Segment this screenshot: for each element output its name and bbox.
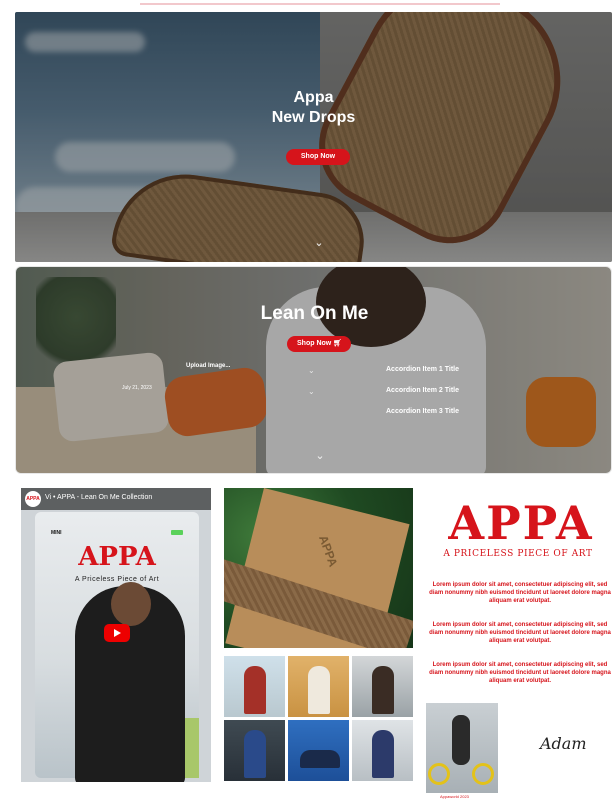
shop-now-button[interactable]: Shop Now 🛒︎: [287, 336, 351, 352]
video-title-bar: APPA Vi • APPA - Lean On Me Collection: [21, 488, 211, 510]
brand-logo: APPA: [448, 496, 594, 550]
shop-now-button[interactable]: Shop Now: [286, 149, 350, 165]
hero-overlay: [15, 12, 612, 262]
chevron-down-icon[interactable]: ⌄: [309, 236, 329, 249]
photo-caption: Appaworld 2023: [440, 794, 469, 799]
model-figure: [452, 715, 470, 765]
video-brand: APPA: [78, 542, 156, 572]
model-figure: [308, 666, 330, 714]
gallery-thumb[interactable]: [352, 656, 413, 717]
signature: Adam: [540, 734, 587, 753]
bike-wheel: [472, 763, 494, 785]
shop-now-label: Shop Now: [300, 153, 336, 160]
gallery-thumb[interactable]: [352, 720, 413, 781]
cart-icon: 🛒︎: [333, 340, 343, 347]
hero-lean-on-me: Lean On Me Shop Now 🛒︎ Upload Image... J…: [15, 266, 612, 474]
model-figure: [300, 750, 340, 768]
video-title[interactable]: Vi • APPA - Lean On Me Collection: [45, 494, 152, 501]
mini-label: MINI: [51, 530, 62, 536]
video-frame: MINI APPA A Priceless Piece of Art: [35, 512, 199, 782]
date-label: July 21, 2023: [122, 385, 152, 391]
bike-photo: [426, 703, 498, 793]
chevron-down-icon[interactable]: ⌄: [310, 449, 330, 462]
channel-logo[interactable]: APPA: [25, 491, 41, 507]
gallery-thumb[interactable]: [288, 656, 349, 717]
hero2-title: Lean On Me: [260, 303, 369, 324]
video-tagline: A Priceless Piece of Art: [74, 576, 160, 583]
hero-title-line2: New Drops: [271, 109, 356, 126]
model-figure: [244, 666, 266, 714]
hero-title-line1: Appa: [293, 89, 334, 106]
brand-paragraph: Lorem ipsum dolor sit amet, consectetuer…: [429, 622, 611, 644]
gallery-thumb[interactable]: [224, 656, 285, 717]
shop-now-label: Shop Now: [297, 340, 332, 347]
battery-icon: [171, 530, 183, 535]
gallery-thumb[interactable]: [224, 720, 285, 781]
model-head: [111, 582, 151, 626]
brand-paragraph: Lorem ipsum dolor sit amet, consectetuer…: [429, 582, 611, 604]
upload-image-link[interactable]: Upload Image...: [186, 363, 230, 369]
accordion-item-3[interactable]: Accordion Item 3 Title: [386, 408, 459, 415]
top-divider: [140, 3, 500, 5]
model-figure: [372, 666, 394, 714]
bike-wheel: [428, 763, 450, 785]
hero-new-drops: Appa New Drops Shop Now ⌄: [15, 12, 612, 262]
gallery-thumb[interactable]: [288, 720, 349, 781]
accordion-item-1[interactable]: Accordion Item 1 Title: [386, 366, 459, 373]
model-figure: [372, 730, 394, 778]
accordion-item-2[interactable]: Accordion Item 2 Title: [386, 387, 459, 394]
product-photo: APPA: [224, 488, 413, 648]
chevron-down-icon[interactable]: ⌄: [308, 387, 315, 396]
play-icon[interactable]: [104, 624, 130, 642]
brand-tagline: A PRICELESS PIECE OF ART: [443, 549, 593, 559]
video-embed[interactable]: MINI APPA A Priceless Piece of Art APPA …: [21, 488, 211, 782]
chevron-down-icon[interactable]: ⌄: [308, 366, 315, 375]
brand-paragraph: Lorem ipsum dolor sit amet, consectetuer…: [429, 662, 611, 684]
model-figure: [244, 730, 266, 778]
